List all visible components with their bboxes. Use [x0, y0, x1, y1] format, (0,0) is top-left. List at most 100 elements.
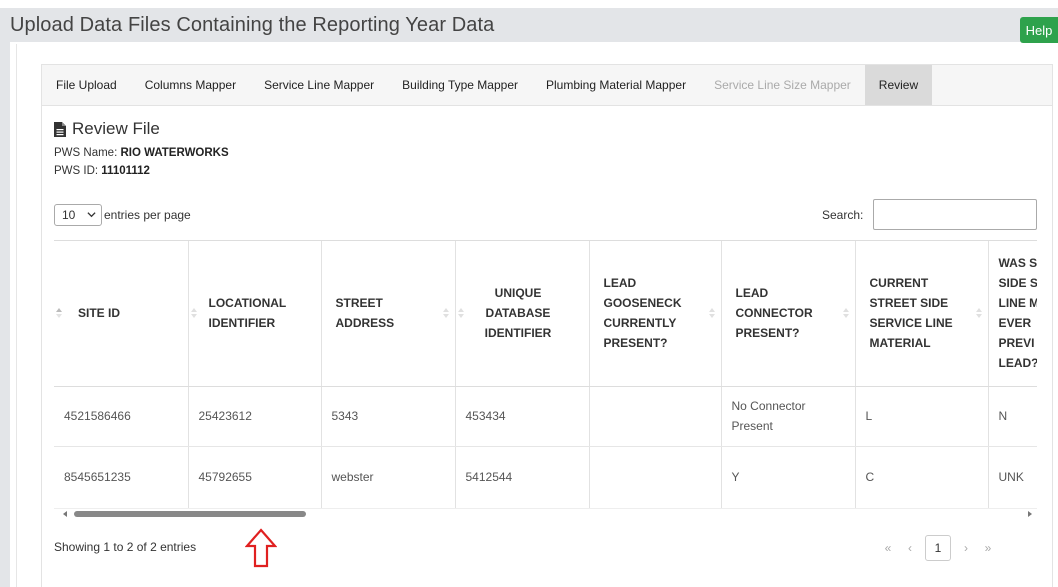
sort-icon — [190, 308, 197, 319]
pws-id-value: 11101112 — [101, 165, 150, 177]
col-label: CURRENTLY — [603, 316, 677, 331]
col-header-current-street-side-material[interactable]: CURRENT STREET SIDE SERVICE LINE MATERIA… — [855, 241, 989, 387]
cell-street: 5343 — [321, 386, 456, 447]
col-header-unique-database-identifier[interactable]: UNIQUE DATABASE IDENTIFIER — [455, 241, 590, 387]
sort-asc-icon — [56, 308, 62, 319]
tab-review[interactable]: Review — [864, 65, 933, 105]
col-label: GOOSENECK — [603, 296, 682, 311]
cell-gooseneck — [589, 386, 722, 447]
next-page-button[interactable]: › — [955, 535, 977, 561]
entries-per-page-label: entries per page — [104, 208, 191, 222]
cell-connector: No Connector Present — [721, 386, 856, 447]
col-header-lead-connector[interactable]: LEAD CONNECTOR PRESENT? — [721, 241, 856, 387]
col-label: WAS S — [998, 256, 1038, 271]
col-label: PRESENT? — [603, 336, 668, 351]
col-label: SITE ID — [78, 306, 121, 321]
table-row: 8545651235 45792655 webster 5412544 Y C … — [54, 446, 1037, 508]
tab-building-type-mapper[interactable]: Building Type Mapper — [388, 65, 532, 105]
help-button[interactable]: Help — [1020, 17, 1058, 43]
last-page-button[interactable]: » — [977, 535, 999, 561]
col-label: IDENTIFIER — [208, 316, 276, 331]
table-info: Showing 1 to 2 of 2 entries — [54, 540, 197, 554]
col-label: LEAD — [735, 286, 769, 301]
tab-columns-mapper[interactable]: Columns Mapper — [131, 65, 250, 105]
pws-id-label: PWS ID: — [54, 165, 99, 177]
col-label: MATERIAL — [869, 336, 931, 351]
page-length-control: 10 entries per page — [54, 204, 191, 226]
col-label: ADDRESS — [335, 316, 395, 331]
page-title: Upload Data Files Containing the Reporti… — [10, 14, 495, 36]
col-label: LINE M — [998, 296, 1038, 311]
pagination: « ‹ 1 › » — [877, 535, 999, 561]
col-header-previously-lead[interactable]: WAS S SIDE S LINE M EVER PREVI LEAD? — [988, 241, 1038, 387]
table-header-row: SITE ID LOCATIONAL IDENTIFIER STREET ADD… — [54, 241, 1038, 387]
tab-plumbing-material-mapper[interactable]: Plumbing Material Mapper — [532, 65, 700, 105]
cell-connector-line: No Connector — [731, 399, 806, 413]
scrollbar-thumb[interactable] — [74, 511, 306, 517]
col-label: LEAD — [603, 276, 637, 291]
cell-material: C — [855, 446, 989, 508]
col-label: SIDE S — [998, 276, 1038, 291]
col-label: IDENTIFIER — [484, 326, 552, 341]
file-icon — [54, 121, 66, 137]
search-input[interactable] — [873, 199, 1037, 230]
search-label: Search: — [822, 208, 864, 222]
col-header-lead-gooseneck[interactable]: LEAD GOOSENECK CURRENTLY PRESENT? — [589, 241, 722, 387]
pws-name-line: PWS Name: RIO WATERWORKS — [54, 144, 654, 162]
sort-icon — [442, 308, 449, 319]
tab-service-line-mapper[interactable]: Service Line Mapper — [250, 65, 388, 105]
col-label: CONNECTOR — [735, 306, 813, 321]
scroll-right-icon[interactable] — [1027, 511, 1033, 517]
col-label: EVER — [998, 316, 1032, 331]
review-title-text: Review File — [72, 119, 160, 138]
left-gutter — [0, 42, 10, 587]
top-header: Upload Data Files Containing the Reporti… — [0, 0, 1058, 43]
wizard-tabs: File Upload Columns Mapper Service Line … — [42, 65, 1052, 106]
col-label: UNIQUE — [494, 286, 542, 301]
col-label: DATABASE — [485, 306, 551, 321]
cell-prev-lead: N — [988, 386, 1037, 447]
cell-locational: 25423612 — [188, 386, 322, 447]
cell-locational: 45792655 — [188, 446, 322, 508]
col-header-site-id[interactable]: SITE ID — [54, 241, 189, 387]
col-label: PREVI — [998, 336, 1035, 351]
cell-material: L — [855, 386, 989, 447]
col-header-locational-identifier[interactable]: LOCATIONAL IDENTIFIER — [188, 241, 322, 387]
tab-file-upload[interactable]: File Upload — [42, 65, 131, 105]
col-label: LOCATIONAL — [208, 296, 287, 311]
col-label: STREET SIDE — [869, 296, 949, 311]
pws-name-value: RIO WATERWORKS — [120, 147, 229, 159]
cell-street: webster — [321, 446, 456, 508]
up-arrow-icon — [245, 528, 277, 568]
review-table-scroll[interactable]: SITE ID LOCATIONAL IDENTIFIER STREET ADD… — [54, 240, 1037, 508]
sort-icon — [708, 308, 715, 319]
sort-icon — [457, 308, 464, 319]
horizontal-scrollbar[interactable] — [54, 508, 1037, 518]
previous-page-button[interactable]: ‹ — [899, 535, 921, 561]
page-1-button[interactable]: 1 — [925, 535, 951, 561]
cell-site-id: 4521586466 — [54, 386, 189, 447]
pws-id-line: PWS ID: 11101112 — [54, 162, 654, 180]
entries-per-page-value: 10 — [62, 208, 76, 222]
tab-service-line-size-mapper[interactable]: Service Line Size Mapper — [700, 65, 865, 105]
review-title: Review File — [54, 118, 654, 140]
scroll-left-icon[interactable] — [62, 511, 68, 517]
cell-connector-line: Present — [731, 419, 773, 433]
cell-gooseneck — [589, 446, 722, 508]
cell-prev-lead: UNK — [988, 446, 1037, 508]
table-row: 4521586466 25423612 5343 453434 No Conne… — [54, 386, 1037, 447]
chevron-down-icon — [87, 212, 96, 218]
cell-site-id: 8545651235 — [54, 446, 189, 508]
sort-icon — [842, 308, 849, 319]
col-header-street-address[interactable]: STREET ADDRESS — [321, 241, 456, 387]
cell-connector: Y — [721, 446, 856, 508]
col-label: CURRENT — [869, 276, 929, 291]
col-label: LEAD? — [998, 356, 1038, 371]
review-section: Review File PWS Name: RIO WATERWORKS PWS… — [54, 118, 654, 180]
col-label: SERVICE LINE — [869, 316, 953, 331]
first-page-button[interactable]: « — [877, 535, 899, 561]
cell-unique-db: 5412544 — [455, 446, 590, 508]
review-table: SITE ID LOCATIONAL IDENTIFIER STREET ADD… — [54, 241, 1037, 508]
entries-per-page-select[interactable]: 10 — [54, 204, 102, 226]
pws-name-label: PWS Name: — [54, 147, 118, 159]
